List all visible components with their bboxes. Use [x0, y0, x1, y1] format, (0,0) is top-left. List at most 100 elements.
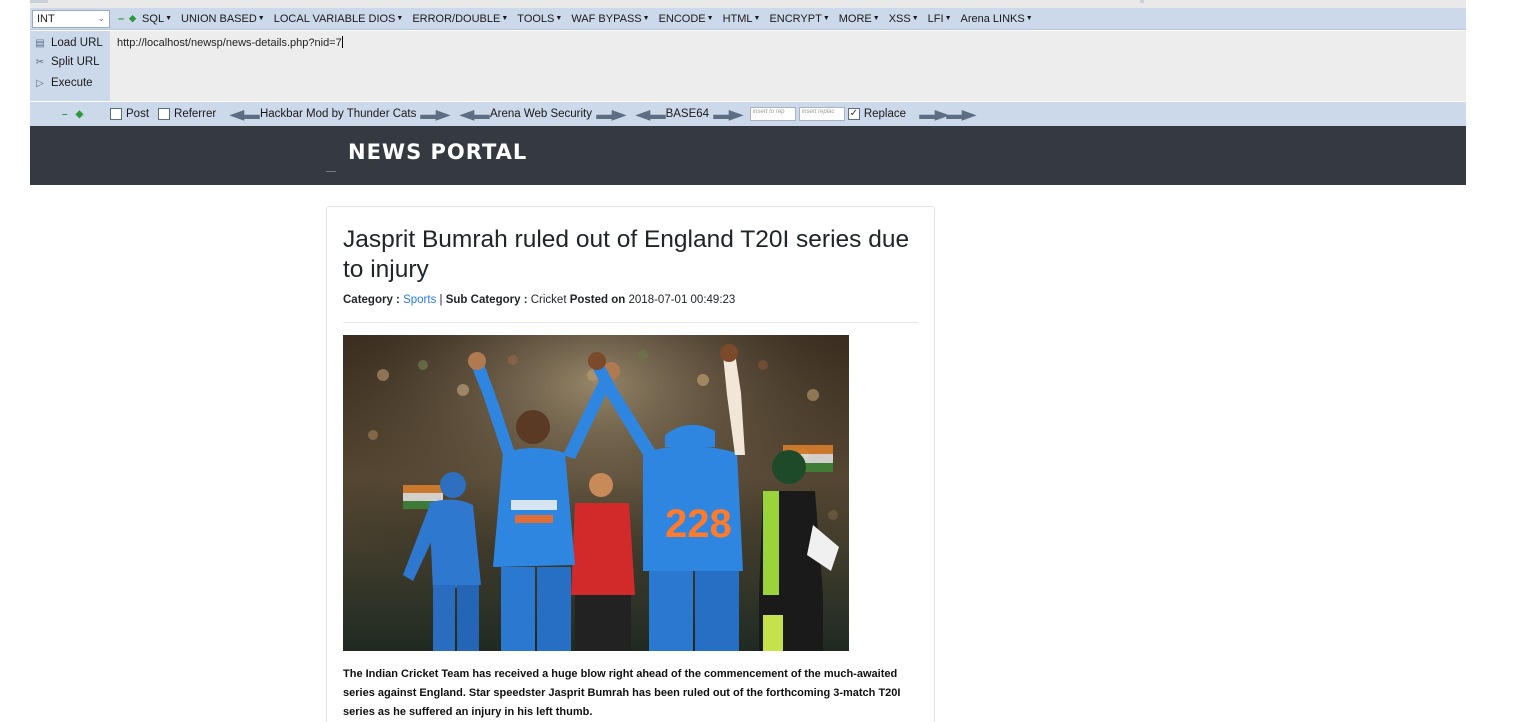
site-brand[interactable]: NEWS PORTAL	[348, 140, 527, 164]
split-url-button[interactable]: ✂ Split URL	[34, 53, 100, 71]
dropdown-icon: ▼	[911, 14, 919, 22]
encoding-select[interactable]: INT ⌄	[32, 9, 110, 28]
arrow-right-icon[interactable]: ▬▶	[946, 106, 976, 123]
post-label: Post	[126, 108, 150, 120]
options-increment-controls: – ◆	[62, 109, 110, 120]
load-url-button[interactable]: ▤ Load URL	[34, 34, 103, 52]
menu-arena-links[interactable]: Arena LINKS▼	[961, 13, 1033, 25]
replace-find-input[interactable]: insert to rep	[749, 107, 796, 121]
menu-encode[interactable]: ENCODE▼	[659, 13, 714, 25]
hackbar-menus: SQL▼ UNION BASED▼ LOCAL VARIABLE DIOS▼ E…	[142, 13, 1042, 25]
site-navbar: NEWS PORTAL	[30, 126, 1466, 185]
menu-error-double[interactable]: ERROR/DOUBLE▼	[412, 13, 508, 25]
dropdown-icon: ▼	[872, 14, 880, 22]
dropdown-icon: ▼	[753, 14, 761, 22]
dropdown-icon: ▼	[257, 14, 265, 22]
menu-label: MORE	[838, 12, 872, 25]
browser-top-strip	[30, 0, 1466, 8]
svg-text:228: 228	[665, 502, 732, 546]
arrow-right-icon[interactable]: ▬▶	[713, 106, 743, 123]
execute-label: Execute	[51, 77, 93, 89]
meta-separator: |	[439, 294, 443, 306]
dropdown-icon: ▼	[555, 14, 563, 22]
dropdown-icon: ▼	[501, 14, 509, 22]
menu-label: ENCODE	[658, 12, 706, 25]
menu-sql[interactable]: SQL▼	[142, 13, 172, 25]
meta-divider	[343, 322, 918, 323]
url-textarea[interactable]: http://localhost/newsp/news-details.php?…	[112, 31, 1466, 101]
hackbar-menu-bar: INT ⌄ – ◆ SQL▼ UNION BASED▼ LOCAL VARIAB…	[30, 8, 1466, 30]
menu-label: XSS	[888, 12, 911, 25]
checkbox-checked-icon: ✓	[847, 108, 860, 120]
category-label: Category :	[343, 294, 400, 306]
checkbox-box	[158, 108, 171, 120]
article-meta: Category : Sports | Sub Category : Crick…	[343, 294, 735, 306]
replace-label: Replace	[863, 108, 907, 120]
arena-web-security-label: Arena Web Security	[489, 108, 592, 120]
menu-label: LOCAL VARIABLE DIOS	[273, 12, 396, 25]
menu-label: SQL	[142, 12, 165, 25]
post-checkbox[interactable]: Post	[110, 108, 149, 120]
arrow-left-icon[interactable]: ◀▬	[459, 106, 489, 123]
base64-label: BASE64	[665, 108, 710, 120]
dropdown-icon: ▼	[1025, 14, 1033, 22]
arrow-right-icon[interactable]: ▬▶	[596, 106, 626, 123]
replace-checkbox[interactable]: ✓ Replace	[847, 108, 907, 120]
increment-controls: – ◆	[118, 13, 136, 25]
dropdown-icon: ▼	[822, 14, 830, 22]
arrow-left-icon[interactable]: ◀▬	[229, 106, 259, 123]
decrement-button[interactable]: –	[62, 109, 68, 120]
menu-label: ENCRYPT	[769, 12, 822, 25]
dropdown-icon: ▼	[642, 14, 650, 22]
menu-local-variable-dios[interactable]: LOCAL VARIABLE DIOS▼	[274, 13, 404, 25]
menu-label: ERROR/DOUBLE	[412, 12, 501, 25]
chevron-down-icon: ⌄	[97, 13, 105, 23]
split-url-label: Split URL	[51, 56, 100, 68]
referrer-checkbox[interactable]: Referrer	[158, 108, 216, 120]
posted-date: 2018-07-01 00:49:23	[628, 294, 736, 306]
menu-html[interactable]: HTML▼	[723, 13, 761, 25]
menu-label: UNION BASED	[181, 12, 257, 25]
menu-label: TOOLS	[517, 12, 555, 25]
menu-encrypt[interactable]: ENCRYPT▼	[769, 13, 829, 25]
menu-label: Arena LINKS	[960, 12, 1025, 25]
subcategory-label: Sub Category :	[445, 294, 528, 306]
url-text: http://localhost/newsp/news-details.php?…	[117, 37, 342, 49]
load-url-label: Load URL	[51, 37, 103, 49]
cricket-celebration-illustration: 228	[343, 335, 849, 651]
decrement-button[interactable]: –	[118, 13, 124, 25]
replace-with-input[interactable]: insert replac	[798, 107, 845, 121]
increment-button[interactable]: ◆	[76, 109, 84, 120]
menu-union-based[interactable]: UNION BASED▼	[181, 13, 265, 25]
hackbar-options-bar: – ◆ Post Referrer ◀▬ Hackbar Mod by Thun…	[30, 102, 1466, 126]
load-url-icon: ▤	[35, 37, 45, 49]
menu-label: LFI	[927, 12, 944, 25]
referrer-label: Referrer	[174, 108, 217, 120]
hackbar-mod-label: Hackbar Mod by Thunder Cats	[259, 108, 417, 120]
article-body: The Indian Cricket Team has received a h…	[343, 668, 901, 718]
category-link[interactable]: Sports	[403, 294, 436, 306]
dropdown-icon: ▼	[944, 14, 952, 22]
execute-button[interactable]: ▷ Execute	[34, 74, 93, 92]
menu-lfi[interactable]: LFI▼	[928, 13, 952, 25]
article-title: Jasprit Bumrah ruled out of England T20I…	[343, 226, 910, 283]
navbar-divider	[326, 171, 336, 172]
menu-tools[interactable]: TOOLS▼	[517, 13, 562, 25]
posted-label: Posted on	[569, 294, 626, 306]
arrow-left-icon[interactable]: ◀▬	[635, 106, 665, 123]
arrow-right-icon[interactable]: ▬▶	[919, 106, 949, 123]
subcategory-value: Cricket	[530, 294, 567, 306]
top-strip-segment	[1140, 0, 1144, 3]
increment-button[interactable]: ◆	[129, 13, 136, 24]
menu-waf-bypass[interactable]: WAF BYPASS▼	[571, 13, 649, 25]
play-icon: ▷	[36, 77, 44, 89]
encoding-select-value: INT	[37, 12, 55, 25]
arrow-right-icon[interactable]: ▬▶	[421, 106, 451, 123]
text-caret	[341, 36, 343, 48]
menu-more[interactable]: MORE▼	[839, 13, 880, 25]
menu-label: WAF BYPASS	[571, 12, 642, 25]
article-card: Jasprit Bumrah ruled out of England T20I…	[326, 206, 935, 722]
dropdown-icon: ▼	[706, 14, 714, 22]
scissors-icon: ✂	[35, 56, 45, 68]
menu-xss[interactable]: XSS▼	[889, 13, 919, 25]
